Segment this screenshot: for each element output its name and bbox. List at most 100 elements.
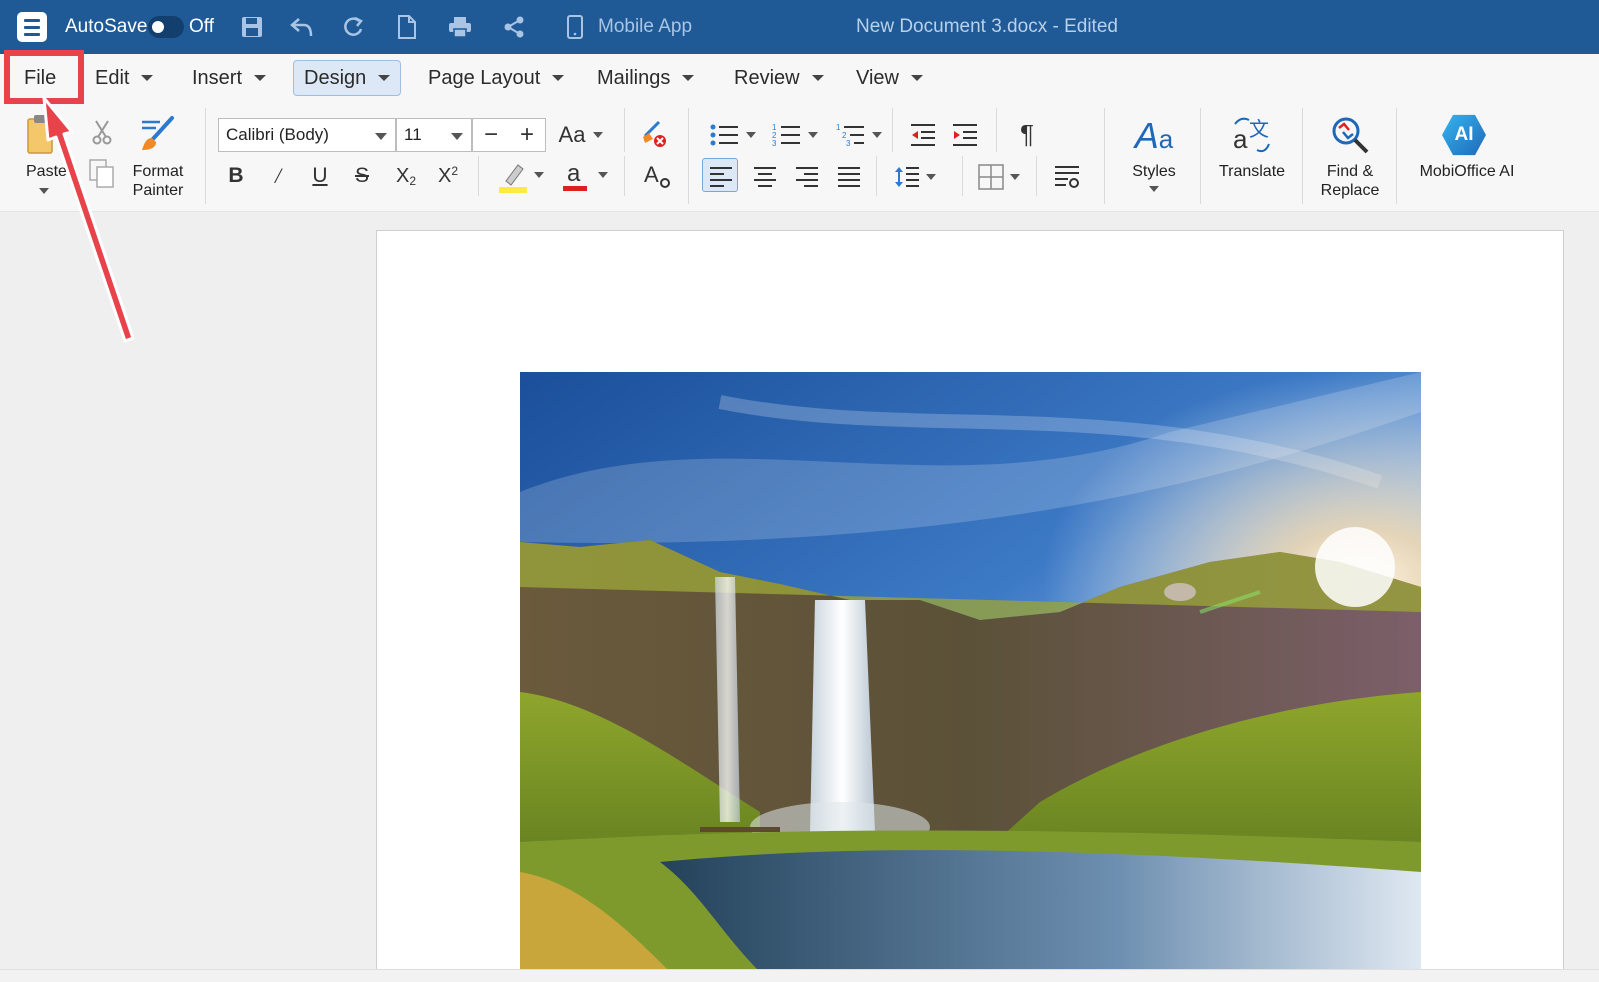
undo-button[interactable] bbox=[290, 0, 314, 54]
clear-formatting-button[interactable] bbox=[636, 116, 672, 152]
superscript-button[interactable]: X2 bbox=[432, 160, 464, 192]
svg-text:a: a bbox=[1233, 124, 1248, 154]
decrease-indent-button[interactable] bbox=[906, 118, 940, 152]
strikethrough-button[interactable]: S bbox=[348, 160, 376, 192]
document-canvas[interactable] bbox=[0, 212, 1599, 982]
underline-button[interactable]: U bbox=[306, 160, 334, 192]
line-spacing-button[interactable] bbox=[890, 160, 940, 194]
waterfall-landscape-image[interactable] bbox=[520, 372, 1421, 972]
svg-text:A: A bbox=[644, 162, 659, 187]
menu-bar: File Edit Insert Design Page Layout Mail… bbox=[0, 54, 1599, 104]
subscript-button[interactable]: X2 bbox=[390, 160, 422, 192]
font-size-stepper[interactable]: − + bbox=[472, 118, 546, 152]
mobioffice-ai-button[interactable]: AI bbox=[1440, 112, 1488, 158]
svg-text:1: 1 bbox=[836, 123, 841, 132]
paragraph-settings-button[interactable] bbox=[1050, 160, 1084, 194]
menu-mailings[interactable]: Mailings bbox=[587, 60, 704, 96]
mobile-app-label[interactable]: Mobile App bbox=[598, 0, 692, 54]
share-button[interactable] bbox=[502, 0, 526, 54]
decrease-font-button[interactable]: − bbox=[473, 119, 509, 151]
chevron-down-icon bbox=[911, 75, 923, 81]
svg-text:a: a bbox=[567, 160, 581, 187]
chevron-down-icon bbox=[811, 75, 824, 81]
copy-icon bbox=[89, 159, 114, 188]
menu-design[interactable]: Design bbox=[293, 60, 402, 96]
chevron-down-icon bbox=[534, 172, 544, 178]
font-color-dropdown[interactable] bbox=[596, 168, 610, 182]
font-name-select[interactable]: Calibri (Body) bbox=[218, 118, 396, 152]
main-menu-button[interactable] bbox=[17, 0, 49, 54]
share-icon bbox=[504, 16, 524, 38]
translate-button[interactable]: a文 bbox=[1228, 112, 1276, 158]
text-effects-button[interactable]: A bbox=[642, 160, 672, 192]
align-center-icon bbox=[754, 167, 776, 187]
font-size-select[interactable]: 11 bbox=[396, 118, 472, 152]
menu-review[interactable]: Review bbox=[724, 60, 834, 96]
paste-dropdown[interactable] bbox=[36, 186, 52, 196]
chevron-down-icon bbox=[1010, 174, 1020, 180]
format-painter-button[interactable] bbox=[136, 112, 180, 156]
highlight-color-button[interactable] bbox=[496, 160, 530, 194]
hamburger-icon bbox=[17, 12, 47, 42]
ai-icon: AI bbox=[1442, 114, 1486, 156]
translate-label[interactable]: Translate bbox=[1210, 162, 1294, 181]
align-right-button[interactable] bbox=[790, 160, 824, 194]
document-page[interactable] bbox=[376, 230, 1564, 982]
align-center-button[interactable] bbox=[748, 160, 782, 194]
format-painter-label[interactable]: Format Painter bbox=[124, 162, 192, 200]
change-case-button[interactable]: Aa bbox=[556, 118, 606, 152]
save-button[interactable] bbox=[241, 0, 263, 54]
print-button[interactable] bbox=[448, 0, 472, 54]
show-formatting-button[interactable]: ¶ bbox=[1010, 116, 1044, 152]
svg-text:3: 3 bbox=[846, 139, 851, 148]
chevron-down-icon bbox=[378, 75, 391, 81]
new-document-button[interactable] bbox=[397, 0, 417, 54]
bold-button[interactable]: B bbox=[222, 160, 250, 192]
eraser-icon bbox=[643, 120, 666, 147]
chevron-down-icon bbox=[746, 132, 756, 138]
bullets-button[interactable] bbox=[706, 118, 760, 152]
find-replace-button[interactable] bbox=[1326, 112, 1374, 158]
autosave-toggle[interactable] bbox=[148, 0, 184, 54]
justify-icon bbox=[838, 167, 860, 187]
cut-button[interactable] bbox=[88, 118, 116, 146]
styles-label[interactable]: Styles bbox=[1120, 162, 1188, 181]
menu-insert[interactable]: Insert bbox=[182, 60, 276, 96]
mobile-app-button[interactable] bbox=[567, 0, 583, 54]
paste-label[interactable]: Paste bbox=[18, 162, 68, 181]
font-color-button[interactable]: a bbox=[560, 158, 590, 194]
text-settings-icon: A bbox=[644, 162, 670, 188]
borders-button[interactable] bbox=[972, 160, 1026, 194]
chevron-down-icon bbox=[682, 75, 695, 81]
highlighter-icon bbox=[499, 164, 527, 193]
find-replace-label[interactable]: Find & Replace bbox=[1310, 162, 1390, 200]
increase-font-button[interactable]: + bbox=[509, 119, 545, 151]
chevron-down-icon bbox=[808, 132, 818, 138]
italic-button[interactable]: / bbox=[264, 160, 292, 192]
redo-button[interactable] bbox=[343, 0, 365, 54]
styles-button[interactable]: Aa bbox=[1126, 112, 1182, 160]
copy-button[interactable] bbox=[88, 158, 116, 190]
paste-button[interactable] bbox=[20, 112, 68, 158]
menu-page-layout[interactable]: Page Layout bbox=[418, 60, 574, 96]
increase-indent-button[interactable] bbox=[948, 118, 982, 152]
align-right-icon bbox=[796, 167, 818, 187]
numbering-button[interactable]: 123 bbox=[768, 118, 822, 152]
align-left-button[interactable] bbox=[702, 158, 738, 192]
chevron-down-icon bbox=[552, 75, 565, 81]
chevron-down-icon bbox=[872, 132, 882, 138]
chevron-down-icon bbox=[1149, 186, 1159, 192]
justify-button[interactable] bbox=[832, 160, 866, 194]
outdent-icon bbox=[911, 124, 935, 146]
magnifier-icon bbox=[1332, 117, 1369, 154]
highlight-color-dropdown[interactable] bbox=[532, 168, 546, 182]
mobioffice-ai-label[interactable]: MobiOffice AI bbox=[1408, 162, 1526, 181]
menu-edit[interactable]: Edit bbox=[85, 60, 163, 96]
borders-icon bbox=[978, 164, 1004, 190]
menu-view[interactable]: View bbox=[846, 60, 933, 96]
chevron-down-icon bbox=[598, 172, 608, 178]
multilevel-list-button[interactable]: 123 bbox=[832, 118, 886, 152]
bullet-list-icon bbox=[710, 124, 738, 146]
styles-dropdown[interactable] bbox=[1146, 184, 1162, 194]
numbered-list-icon: 123 bbox=[772, 123, 800, 148]
